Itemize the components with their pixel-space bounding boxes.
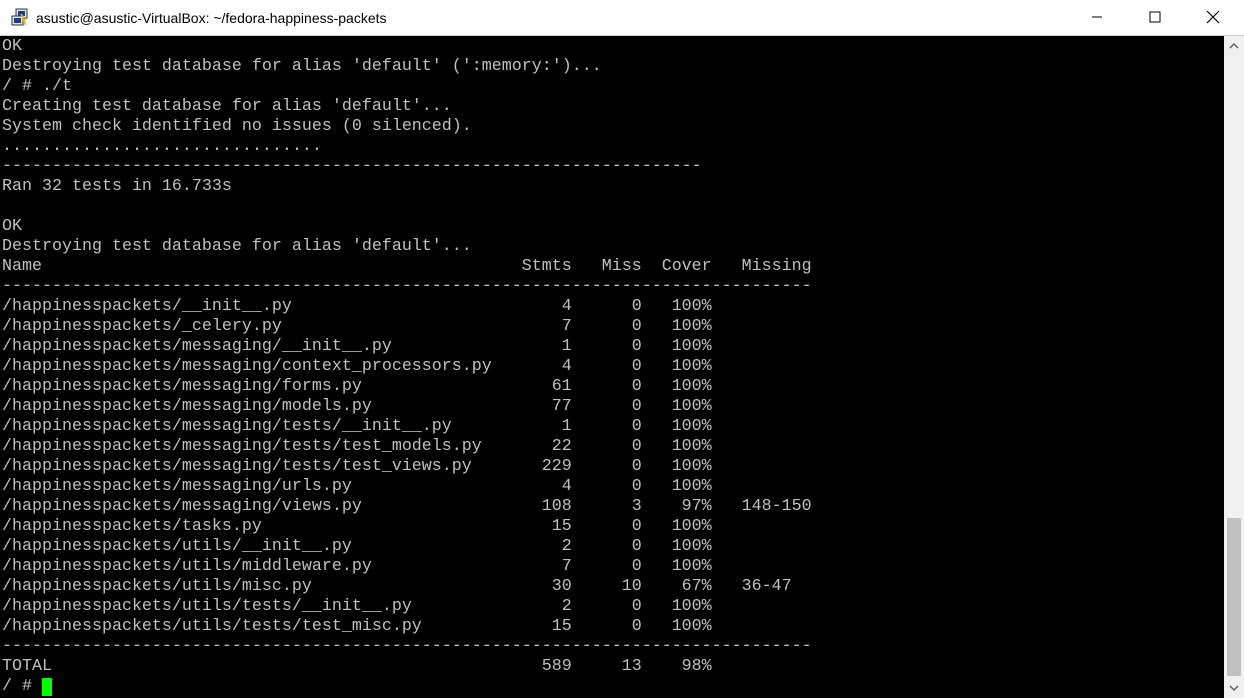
terminal-line: Destroying test database for alias 'defa… <box>2 57 602 76</box>
terminal-line: /happinesspackets/__init__.py 4 0 100% <box>2 297 712 316</box>
terminal-cursor <box>42 678 52 696</box>
terminal-line: Destroying test database for alias 'defa… <box>2 237 472 256</box>
terminal-line: OK <box>2 217 22 236</box>
scroll-down-button[interactable] <box>1224 678 1244 698</box>
terminal-line: /happinesspackets/utils/tests/__init__.p… <box>2 597 712 616</box>
terminal-line: Name Stmts Miss Cover Missing <box>2 257 812 276</box>
terminal-line: /happinesspackets/utils/__init__.py 2 0 … <box>2 537 712 556</box>
maximize-button[interactable] <box>1126 0 1184 34</box>
terminal-line: /happinesspackets/messaging/urls.py 4 0 … <box>2 477 712 496</box>
terminal-line: ----------------------------------------… <box>2 277 812 296</box>
putty-terminal-icon[interactable] <box>10 8 30 28</box>
maximize-icon <box>1149 11 1161 23</box>
close-icon <box>1206 10 1220 24</box>
terminal-line: ----------------------------------------… <box>2 637 812 656</box>
terminal-line: TOTAL 589 13 98% <box>2 657 712 676</box>
chevron-down-icon <box>1229 685 1239 692</box>
terminal-line: /happinesspackets/messaging/context_proc… <box>2 357 712 376</box>
terminal-output[interactable]: OK Destroying test database for alias 'de… <box>0 36 1224 698</box>
terminal-line: /happinesspackets/messaging/views.py 108… <box>2 497 812 516</box>
terminal-line: OK <box>2 37 22 56</box>
terminal-line: /happinesspackets/messaging/tests/__init… <box>2 417 712 436</box>
scroll-up-button[interactable] <box>1224 36 1244 56</box>
title-bar[interactable]: asustic@asustic-VirtualBox: ~/fedora-hap… <box>0 0 1244 36</box>
vertical-scrollbar[interactable] <box>1224 36 1244 698</box>
window-title: asustic@asustic-VirtualBox: ~/fedora-hap… <box>36 10 387 26</box>
terminal-line: ................................ <box>2 137 322 156</box>
terminal-line: / # ./t <box>2 77 72 96</box>
terminal-line: /happinesspackets/_celery.py 7 0 100% <box>2 317 712 336</box>
terminal-line: /happinesspackets/messaging/models.py 77… <box>2 397 712 416</box>
minimize-icon <box>1092 16 1102 18</box>
terminal-line: / # <box>2 677 42 696</box>
close-button[interactable] <box>1184 0 1242 34</box>
terminal-line: /happinesspackets/utils/misc.py 30 10 67… <box>2 577 792 596</box>
scrollbar-thumb[interactable] <box>1227 518 1241 676</box>
terminal-line: /happinesspackets/messaging/tests/test_m… <box>2 437 712 456</box>
terminal-line: /happinesspackets/messaging/tests/test_v… <box>2 457 712 476</box>
terminal-line: /happinesspackets/utils/tests/test_misc.… <box>2 617 712 636</box>
terminal-line: /happinesspackets/tasks.py 15 0 100% <box>2 517 712 536</box>
terminal-line: /happinesspackets/utils/middleware.py 7 … <box>2 557 712 576</box>
terminal-line: /happinesspackets/messaging/forms.py 61 … <box>2 377 712 396</box>
terminal-line: ----------------------------------------… <box>2 157 702 176</box>
terminal-line: Ran 32 tests in 16.733s <box>2 177 232 196</box>
chevron-up-icon <box>1229 42 1239 49</box>
terminal-line: System check identified no issues (0 sil… <box>2 117 472 136</box>
terminal-line: /happinesspackets/messaging/__init__.py … <box>2 337 712 356</box>
terminal-line: Creating test database for alias 'defaul… <box>2 97 452 116</box>
minimize-button[interactable] <box>1068 0 1126 34</box>
